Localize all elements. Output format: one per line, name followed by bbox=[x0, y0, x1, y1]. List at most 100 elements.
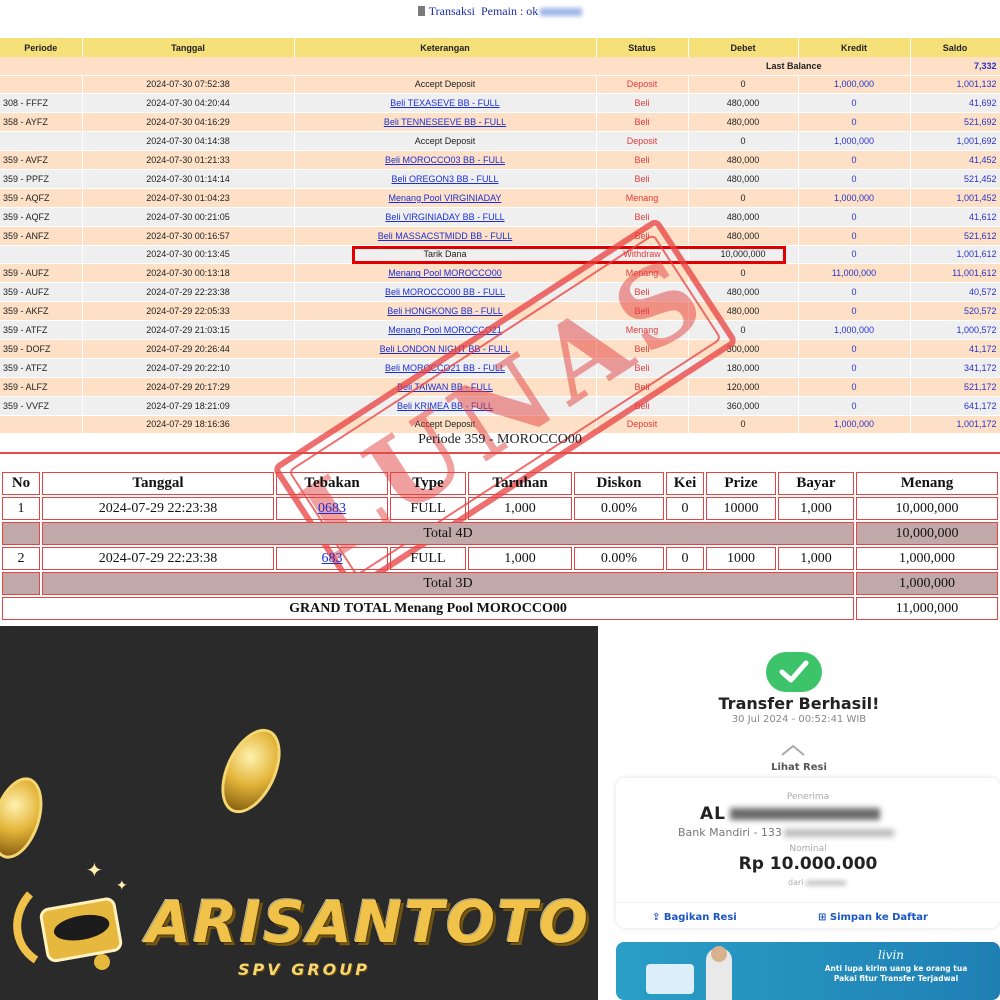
ledger-keterangan-link[interactable]: Beli KRIMEA BB - FULL bbox=[397, 401, 493, 411]
player-label: Pemain : ok bbox=[480, 4, 539, 18]
ledger-kredit: 1,000,000 bbox=[798, 320, 911, 340]
ledger-status: Beli bbox=[596, 301, 689, 322]
ledger-keterangan-link[interactable]: Beli MOROCCO00 BB - FULL bbox=[385, 287, 505, 297]
ledger-keterangan-link[interactable]: Beli MASSACSTMIDD BB - FULL bbox=[378, 231, 513, 241]
ledger-row: 359 - AUFZ 2024-07-29 22:23:38 Beli MOROCC… bbox=[0, 282, 1000, 303]
ledger-saldo: 521,692 bbox=[910, 112, 1000, 133]
ledger-kredit: 0 bbox=[798, 226, 911, 246]
ledger-saldo: 41,612 bbox=[910, 207, 1000, 227]
ledger-keterangan: Beli KRIMEA BB - FULL bbox=[294, 396, 597, 416]
ledger-periode: 359 - AVFZ bbox=[0, 150, 83, 170]
ledger-kredit: 11,000,000 bbox=[798, 263, 911, 284]
dari-label: dari bbox=[788, 878, 804, 887]
col-tanggal: Tanggal bbox=[82, 38, 295, 57]
ledger-keterangan-link[interactable]: Beli LONDON NIGHT BB - FULL bbox=[380, 344, 511, 354]
ledger-tanggal: 2024-07-29 18:21:09 bbox=[82, 396, 295, 416]
transfer-amount: Rp 10.000.000 bbox=[738, 854, 878, 874]
gold-coin-icon bbox=[0, 770, 52, 866]
bet-detail-table: No Tanggal Tebakan Type Taruhan Diskon K… bbox=[0, 470, 1000, 622]
ledger-debet: 0 bbox=[688, 75, 799, 95]
redacted-recipient-name bbox=[730, 808, 880, 820]
ledger-keterangan: Beli TEXASEVE BB - FULL bbox=[294, 93, 597, 114]
ledger-tanggal: 2024-07-30 04:16:29 bbox=[82, 112, 295, 133]
ledger-periode bbox=[0, 245, 83, 265]
total-4d-spacer bbox=[2, 522, 40, 545]
bet-tebakan-link[interactable]: 0683 bbox=[318, 501, 346, 516]
ledger-keterangan-link[interactable]: Menang Pool VIRGINIADAY bbox=[389, 193, 502, 203]
ledger-row: 2024-07-30 00:13:45 Tarik Dana Withdraw 10,… bbox=[0, 245, 1000, 265]
ledger-periode: 359 - AUFZ bbox=[0, 263, 83, 284]
ledger-row: 359 - AUFZ 2024-07-30 00:13:18 Menang Pool… bbox=[0, 263, 1000, 284]
ledger-row: 2024-07-30 04:14:38 Accept Deposit Deposit… bbox=[0, 131, 1000, 152]
ledger-debet: 480,000 bbox=[688, 226, 799, 246]
ledger-keterangan-link[interactable]: Beli VIRGINIADAY BB - FULL bbox=[385, 212, 504, 222]
lottery-cup-logo-icon bbox=[13, 891, 123, 970]
total-4d-value: 10,000,000 bbox=[856, 522, 998, 545]
ledger-keterangan: Beli MOROCCO00 BB - FULL bbox=[294, 282, 597, 303]
ledger-status: Beli bbox=[596, 339, 689, 359]
ledger-keterangan: Menang Pool MOROCCO00 bbox=[294, 263, 597, 284]
ledger-keterangan: Menang Pool MOROCCO21 bbox=[294, 320, 597, 340]
total-3d-label: Total 3D bbox=[42, 572, 854, 595]
bet-kei: 0 bbox=[666, 547, 704, 570]
ledger-row: 2024-07-30 07:52:38 Accept Deposit Deposit… bbox=[0, 75, 1000, 95]
total-3d-spacer bbox=[2, 572, 40, 595]
ledger-periode: 359 - AKFZ bbox=[0, 301, 83, 322]
banner-brand: livin bbox=[878, 948, 905, 962]
brand-subtitle: SPV GROUP bbox=[238, 960, 370, 979]
promo-banner[interactable]: livin Anti lupa kirim uang ke orang tua … bbox=[616, 942, 1000, 1000]
transfer-title: Transfer Berhasil! bbox=[718, 694, 880, 713]
phone-illustration-icon bbox=[646, 964, 694, 994]
last-balance-label: Last Balance bbox=[0, 57, 911, 76]
recipient-name-text: AL bbox=[700, 804, 726, 824]
ledger-keterangan: Menang Pool VIRGINIADAY bbox=[294, 188, 597, 208]
ledger-periode bbox=[0, 75, 83, 95]
bet-bayar: 1,000 bbox=[778, 547, 854, 570]
ledger-kredit: 0 bbox=[798, 112, 911, 133]
ledger-debet: 480,000 bbox=[688, 112, 799, 133]
ledger-keterangan-link[interactable]: Beli MOROCCO03 BB - FULL bbox=[385, 155, 505, 165]
ledger-debet: 480,000 bbox=[688, 93, 799, 114]
ledger-kredit: 0 bbox=[798, 396, 911, 416]
success-check-icon bbox=[766, 652, 822, 692]
ledger-saldo: 521,612 bbox=[910, 226, 1000, 246]
ledger-periode: 359 - AQFZ bbox=[0, 207, 83, 227]
bet-tanggal: 2024-07-29 22:23:38 bbox=[42, 497, 274, 520]
ledger-kredit: 0 bbox=[798, 377, 911, 397]
bet-tebakan-link[interactable]: 683 bbox=[322, 551, 343, 566]
last-balance-row: Last Balance 7,332 bbox=[0, 57, 1000, 76]
ledger-saldo: 40,572 bbox=[910, 282, 1000, 303]
brand-panel: ✦ ✦ ARISANTOTO SPV GROUP bbox=[0, 626, 598, 1000]
ledger-periode: 359 - ATFZ bbox=[0, 358, 83, 378]
ledger-row: 359 - AQFZ 2024-07-30 01:04:23 Menang Pool… bbox=[0, 188, 1000, 208]
ledger-keterangan-link[interactable]: Menang Pool MOROCCO00 bbox=[388, 268, 502, 278]
ledger-keterangan: Beli LONDON NIGHT BB - FULL bbox=[294, 339, 597, 359]
share-icon: ⇪ bbox=[652, 912, 661, 923]
ledger-keterangan-link[interactable]: Beli OREGON3 BB - FULL bbox=[391, 174, 498, 184]
ledger-keterangan-link[interactable]: Beli TAIWAN BB - FULL bbox=[397, 382, 493, 392]
ledger-keterangan: Tarik Dana bbox=[294, 245, 597, 265]
share-receipt-button[interactable]: ⇪ Bagikan Resi bbox=[652, 912, 737, 923]
ledger-periode: 358 - AYFZ bbox=[0, 112, 83, 133]
bet-col-diskon: Diskon bbox=[574, 472, 664, 495]
ledger-keterangan-link[interactable]: Beli HONGKONG BB - FULL bbox=[387, 306, 503, 316]
ledger-saldo: 1,000,572 bbox=[910, 320, 1000, 340]
ledger-periode: 359 - AUFZ bbox=[0, 282, 83, 303]
ledger-keterangan-link[interactable]: Beli MOROCCO21 BB - FULL bbox=[385, 363, 505, 373]
document-icon bbox=[417, 6, 425, 16]
lihat-resi-link[interactable]: Lihat Resi bbox=[598, 762, 1000, 773]
bet-col-type: Type bbox=[390, 472, 466, 495]
ledger-tanggal: 2024-07-29 20:26:44 bbox=[82, 339, 295, 359]
redacted-player-name bbox=[540, 8, 583, 17]
ledger-header-row: Periode Tanggal Keterangan Status Debet … bbox=[0, 38, 1000, 57]
ledger-keterangan-link[interactable]: Menang Pool MOROCCO21 bbox=[388, 325, 502, 335]
bet-no: 2 bbox=[2, 547, 40, 570]
bet-col-tebakan: Tebakan bbox=[276, 472, 388, 495]
save-to-list-button[interactable]: ⊞ Simpan ke Daftar bbox=[818, 912, 928, 923]
ledger-debet: 180,000 bbox=[688, 358, 799, 378]
ledger-row: 358 - AYFZ 2024-07-30 04:16:29 Beli TENNES… bbox=[0, 112, 1000, 133]
ledger-keterangan-link[interactable]: Beli TEXASEVE BB - FULL bbox=[390, 98, 499, 108]
ledger-keterangan: Accept Deposit bbox=[294, 75, 597, 95]
ledger-keterangan-link[interactable]: Beli TENNESEEVE BB - FULL bbox=[384, 117, 506, 127]
bet-taruhan: 1,000 bbox=[468, 547, 572, 570]
